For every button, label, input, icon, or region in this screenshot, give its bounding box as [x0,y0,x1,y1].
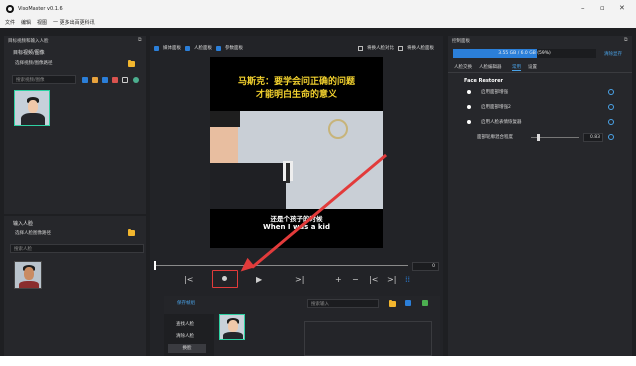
swap-faces-button[interactable]: 换脸 [168,344,206,353]
left-panel-header: 目标视频和输入人脸 [8,38,49,44]
target-section-title: 目标视频/图像 [13,50,45,56]
menu-edit[interactable]: 编辑 [21,19,31,26]
webcam-filter-icon[interactable] [102,77,108,83]
menu-bar: 文件 编辑 视图 一 更多出百更科讯 [0,17,636,28]
video-caption-line1: 马斯克：要学会问正确的问题 [237,77,355,87]
title-bar: VisoMaster v0.1.6 – ▫ ✕ [0,0,636,17]
right-panel-float-icon[interactable]: ⧉ [624,37,628,43]
swap-panel-label: 将换人脸面板 [407,46,434,51]
reset-icon[interactable] [608,104,614,110]
restorer-option-2: 启用面部增强2 [481,105,511,110]
media-panel-checkbox[interactable] [154,45,159,51]
tab-common[interactable]: 常用 [512,64,521,71]
right-panel-header: 控制面板 [452,38,470,44]
next-marker-button[interactable]: >| [387,276,396,284]
clear-memory-button[interactable]: 清除显存 [604,51,622,57]
video-filter-icon[interactable] [82,77,88,83]
target-video-thumbnail[interactable] [14,90,50,126]
panel-float-icon[interactable]: ⧉ [138,37,142,43]
tab-settings[interactable]: 设置 [528,64,537,70]
target-media-panel: 目标视频和输入人脸 ⧉ 目标视频/图像 选择视频/图像路径 搜索视频/图像 [4,36,146,214]
control-panel: 控制面板 ⧉ 3.55 GB / 6.0 GB (59%) 清除显存 人脸交换 … [448,36,632,356]
record-button[interactable] [222,276,227,281]
saved-frames-panel: 保存帧组 搜索输入 查找人脸 清除人脸 换脸 [164,296,440,356]
tab-divider [448,72,632,73]
target-faces-area [304,321,432,356]
app-window: VisoMaster v0.1.6 – ▫ ✕ 文件 编辑 视图 一 更多出百更… [0,0,636,356]
stream-filter-icon[interactable] [112,77,118,83]
menu-file[interactable]: 文件 [5,19,15,26]
input-face-thumbnail[interactable] [14,261,42,289]
menu-more[interactable]: 一 更多出百更科讯 [53,19,95,26]
prev-frame-button[interactable]: |< [184,276,193,284]
backdrop-logo [320,119,364,179]
add-marker-button[interactable]: + [335,276,342,284]
timeline-track[interactable] [154,265,408,266]
window-title: VisoMaster v0.1.6 [18,5,63,12]
input-search-input[interactable]: 搜索人脸 [10,244,144,253]
face-restorer-title: Face Restorer [464,78,503,84]
memory-bar: 3.55 GB / 6.0 GB (59%) [453,49,596,58]
image-filter-icon[interactable] [92,77,98,83]
play-button[interactable]: ▶ [256,276,262,284]
tab-face-editor[interactable]: 人脸编辑器 [479,64,502,70]
blend-value-input[interactable]: 0.83 [583,133,603,142]
grid-view-button[interactable]: ⁞⁞ [405,276,410,284]
restorer-toggle-2[interactable] [467,105,471,109]
params-panel-label: 参数面板 [225,46,243,51]
subtitle-chinese: 还是个孩子的时候 [270,215,323,223]
face-actions-box: 查找人脸 清除人脸 换脸 [164,314,214,356]
media-panel-label: 媒体面板 [163,46,181,51]
reset-icon[interactable] [608,119,614,125]
blend-slider-label: 面部轮廓混合程度 [477,135,513,140]
settings-icon[interactable] [133,77,139,83]
find-faces-button[interactable]: 查找人脸 [176,321,194,327]
tab-face-swap[interactable]: 人脸交换 [454,64,472,70]
input-faces-panel: 输入人脸 选择人脸图像路径 搜索人脸 [4,216,146,356]
params-panel-checkbox[interactable] [216,45,221,51]
video-frame [210,111,383,209]
select-all-icon[interactable] [122,77,128,83]
prev-marker-button[interactable]: |< [369,276,378,284]
detected-face-thumbnail[interactable] [219,314,245,340]
clear-faces-button[interactable]: 清除人脸 [176,333,194,339]
input-path-field[interactable]: 选择人脸图像路径 [12,228,122,237]
maximize-button[interactable]: ▫ [600,4,605,12]
faces-panel-label: 人脸面板 [194,46,212,51]
reset-icon[interactable] [608,134,614,140]
frame-number-input[interactable]: 0 [412,262,439,271]
timeline-handle[interactable] [154,261,156,270]
minimize-button[interactable]: – [581,4,585,12]
close-button[interactable]: ✕ [619,4,625,12]
target-search-input[interactable]: 搜索视频/图像 [12,75,76,84]
target-folder-icon[interactable] [128,59,135,67]
app-logo-icon [6,4,14,13]
video-caption-line2: 才能明白生命的意义 [255,90,337,100]
remove-marker-button[interactable]: − [352,276,359,284]
save-icon[interactable] [405,300,411,306]
saved-frames-title: 保存帧组 [177,301,195,306]
saved-search-input[interactable]: 搜索输入 [307,299,379,308]
blend-slider-handle[interactable] [536,134,540,141]
restorer-toggle-1[interactable] [467,90,471,94]
compare-checkbox[interactable] [358,45,363,51]
saved-folder-icon[interactable] [389,299,396,307]
restorer-option-3: 启用人脸表情恢复器 [481,120,522,125]
faces-panel-checkbox[interactable] [185,45,190,51]
restorer-option-1: 启用面部增强 [481,90,508,95]
restorer-toggle-3[interactable] [467,120,471,124]
input-folder-icon[interactable] [128,228,135,236]
next-frame-button[interactable]: >| [295,276,304,284]
memory-text: 3.55 GB / 6.0 GB (59%) [498,51,551,56]
compare-label: 将换人脸对比 [367,46,394,51]
swap-panel-checkbox[interactable] [398,45,403,51]
reset-icon[interactable] [608,89,614,95]
video-preview[interactable]: 马斯克：要学会问正确的问题 才能明白生命的意义 还是个孩子的时候 When I … [210,57,383,248]
target-path-field[interactable]: 选择视频/图像路径 [12,58,122,67]
input-section-title: 输入人脸 [13,221,34,227]
export-icon[interactable] [422,300,428,306]
menu-view[interactable]: 视图 [37,19,47,26]
